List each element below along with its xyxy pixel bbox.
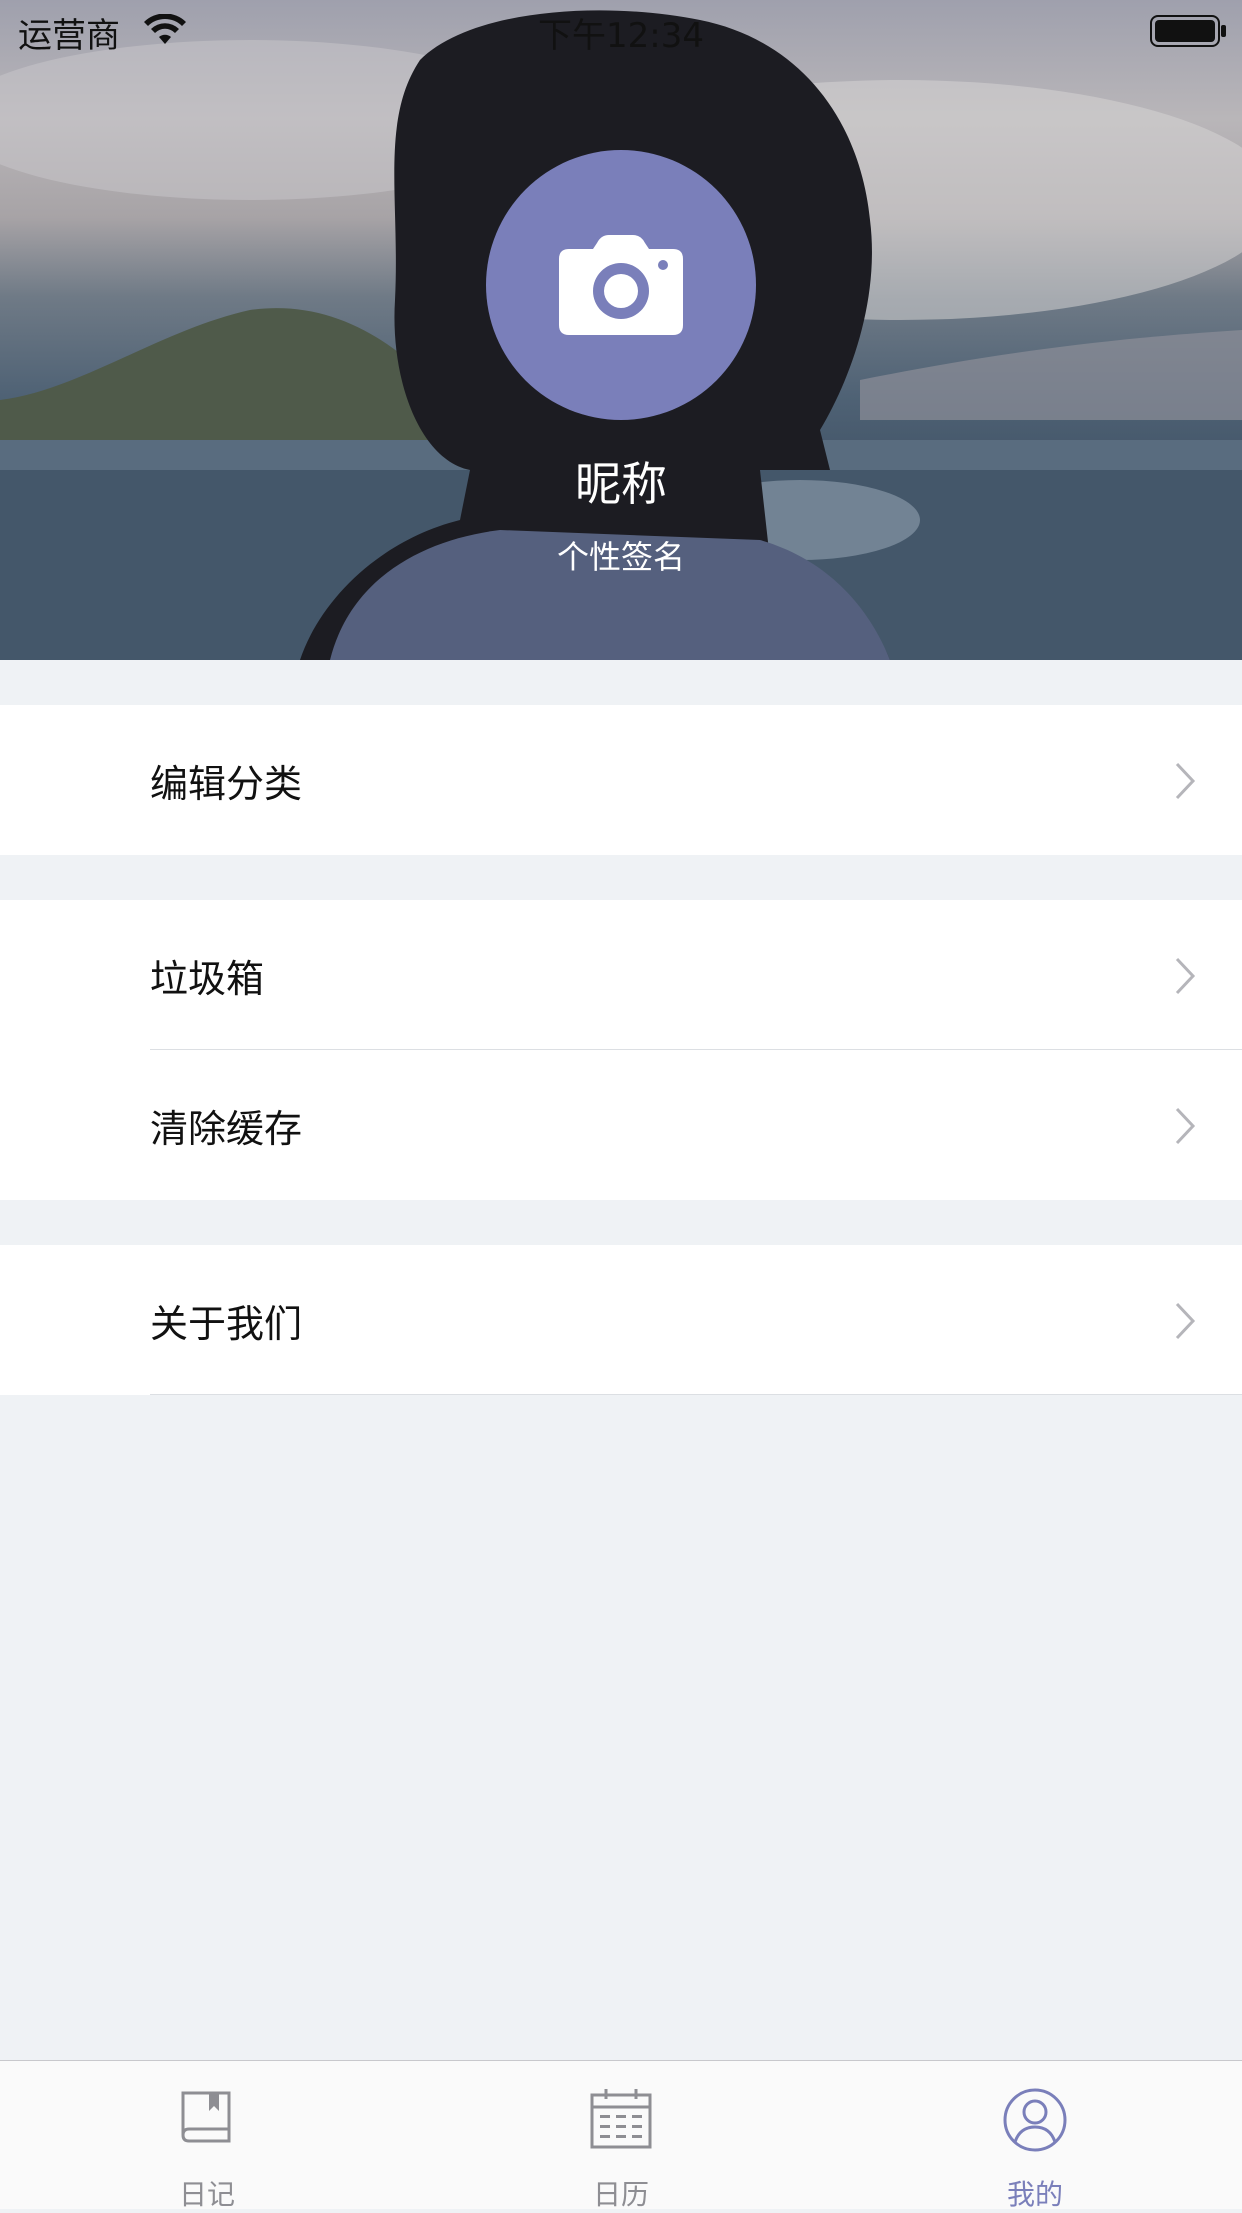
signature[interactable]: 个性签名 <box>0 532 1242 578</box>
menu-item-edit-category[interactable]: 编辑分类 <box>0 705 1242 855</box>
menu-group-category: 编辑分类 <box>0 705 1242 855</box>
chevron-right-icon <box>1174 1106 1196 1150</box>
menu-item-label: 关于我们 <box>150 1301 303 1346</box>
chevron-right-icon <box>1174 956 1196 1000</box>
book-icon <box>0 2087 414 2151</box>
menu-group-storage: 垃圾箱 清除缓存 <box>0 900 1242 1200</box>
chevron-right-icon <box>1174 761 1196 805</box>
tab-label: 我的 <box>1006 2178 1063 2211</box>
menu-item-label: 垃圾箱 <box>150 956 265 1001</box>
menu-item-clear-cache[interactable]: 清除缓存 <box>0 1050 1242 1200</box>
menu-item-label: 编辑分类 <box>150 761 303 806</box>
tab-bar: 日记 日历 我的 <box>0 2060 1242 2211</box>
menu-item-label: 清除缓存 <box>150 1106 303 1151</box>
tab-calendar[interactable]: 日历 <box>414 2061 828 2211</box>
tab-label: 日历 <box>592 2178 649 2211</box>
status-time: 下午12:34 <box>538 16 704 56</box>
profile-header: 运营商 下午12:34 昵称 个性签名 <box>0 0 1242 660</box>
avatar-button[interactable] <box>486 150 756 420</box>
row-divider <box>150 1394 1242 1395</box>
battery-icon <box>1150 14 1228 57</box>
user-icon <box>828 2087 1242 2153</box>
tab-diary[interactable]: 日记 <box>0 2061 414 2211</box>
calendar-icon <box>414 2087 828 2151</box>
nickname[interactable]: 昵称 <box>0 448 1242 514</box>
menu-item-about-us[interactable]: 关于我们 <box>0 1245 1242 1395</box>
camera-icon <box>559 235 683 335</box>
menu-item-trash[interactable]: 垃圾箱 <box>0 900 1242 1050</box>
chevron-right-icon <box>1174 1301 1196 1345</box>
menu-group-about: 关于我们 <box>0 1245 1242 1395</box>
status-bar: 运营商 下午12:34 <box>0 0 1242 60</box>
tab-label: 日记 <box>178 2178 235 2211</box>
tab-mine[interactable]: 我的 <box>828 2061 1242 2211</box>
